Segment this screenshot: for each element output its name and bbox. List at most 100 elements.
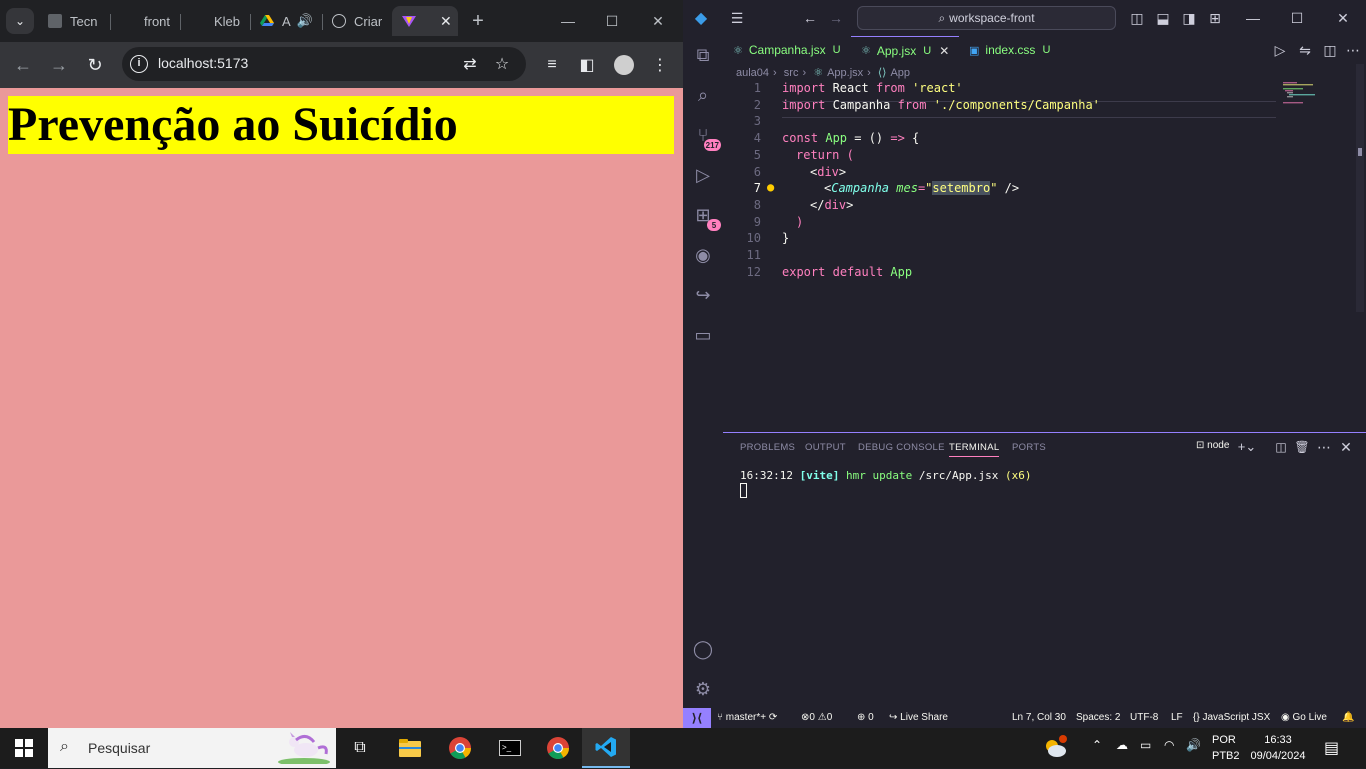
settings-gear-icon[interactable]: ⚙ [689,675,717,703]
chrome-profile-taskbar[interactable] [534,728,582,768]
tab-search-button[interactable]: ⌄ [6,8,34,34]
close-tab-icon[interactable]: ✕ [939,44,949,58]
editor-tab-campanha[interactable]: ⚛ Campanha.jsx U [723,36,851,64]
toggle-panel-icon[interactable]: ⬓ [1153,8,1173,28]
tab-output[interactable]: OUTPUT [805,442,846,453]
split-editor-icon[interactable]: ◫ [1320,40,1340,60]
more-actions-icon[interactable]: ⋯ [1314,437,1334,457]
weather-icon[interactable] [1042,734,1068,763]
side-panel-icon[interactable]: ◧ [575,53,599,77]
browser-tab-2[interactable]: front [122,6,170,36]
branch-indicator[interactable]: ⑂ master*+ ⟳ [717,712,777,723]
browser-tab-3[interactable]: Kleb [192,6,240,36]
remote-indicator-icon[interactable]: ⟩⟨ [683,708,711,728]
close-window-button[interactable]: ✕ [638,8,678,34]
code-editor[interactable]: 1 import React from 'react' 2 import Cam… [723,81,1343,281]
vscode-taskbar[interactable] [582,728,630,768]
live-share-button[interactable]: ↪ Live Share [889,712,948,723]
go-back-icon[interactable]: ← [800,8,820,28]
minimize-icon[interactable]: — [1243,8,1263,28]
battery-icon[interactable]: ▭ [1140,738,1151,752]
more-actions-icon[interactable]: ⋯ [1343,40,1363,60]
site-info-icon[interactable]: i [130,55,148,73]
breadcrumb-item[interactable]: aula04 [736,67,769,79]
extensions-icon[interactable]: ⊞ 5 [689,201,721,231]
minimap[interactable] [1281,80,1341,120]
forward-button[interactable]: → [46,52,72,78]
open-changes-icon[interactable]: ⇋ [1295,40,1315,60]
chrome-taskbar[interactable] [436,728,484,768]
trash-icon[interactable]: 🗑 [1292,437,1312,457]
python-icon[interactable]: ◉ [689,241,717,269]
wifi-icon[interactable]: ◠ [1164,738,1174,752]
browser-tab-4[interactable]: A 🔊 [260,6,320,36]
start-button[interactable] [0,728,48,768]
breadcrumb-item[interactable]: src [784,67,799,79]
lightbulb-icon[interactable]: ● [767,180,774,194]
toggle-secondary-sidebar-icon[interactable]: ◨ [1179,8,1199,28]
maximize-button[interactable]: ☐ [592,8,632,34]
source-control-icon[interactable]: ⑂ 217 [689,121,721,151]
reload-button[interactable]: ↻ [82,52,108,78]
input-language[interactable]: POR PTB2 [1212,732,1240,764]
search-icon[interactable]: ⌕ [689,81,717,109]
language-mode[interactable]: {} JavaScript JSX [1193,712,1270,723]
back-button[interactable]: ← [10,52,36,78]
go-forward-icon[interactable]: → [826,8,846,28]
go-live-button[interactable]: ◉ Go Live [1281,712,1327,723]
media-control-icon[interactable]: ≡ [540,53,564,77]
problems-indicator[interactable]: ⊗0 ⚠0 [801,712,832,723]
browser-tab-1[interactable]: Tecn [48,6,108,36]
editor-scrollbar[interactable] [1356,64,1364,312]
volume-icon[interactable]: 🔊 [1186,738,1201,752]
browser-tab-5[interactable]: Criar [332,6,388,36]
indentation[interactable]: Spaces: 2 [1076,712,1120,723]
chat-icon[interactable]: ▭ [689,321,717,349]
maximize-icon[interactable]: ☐ [1287,8,1307,28]
tab-problems[interactable]: PROBLEMS [740,442,795,453]
customize-layout-icon[interactable]: ⊞ [1205,8,1225,28]
terminal-shell-selector[interactable]: ⊡ node [1196,440,1229,451]
editor-tab-app[interactable]: ⚛ App.jsx U ✕ [851,36,960,64]
close-panel-icon[interactable]: ✕ [1336,437,1356,457]
menu-kebab-icon[interactable]: ⋮ [648,53,672,77]
close-tab-icon[interactable]: ✕ [440,13,452,30]
command-center[interactable]: ⌕ workspace-front [857,6,1116,30]
notification-center-icon[interactable]: ▤ [1324,738,1339,758]
run-icon[interactable]: ▷ [1270,40,1290,60]
explorer-icon[interactable]: ⧉ [689,41,717,69]
ports-indicator[interactable]: ⊕ 0 [857,712,874,723]
terminal-taskbar[interactable]: >_ [486,728,534,768]
tab-ports[interactable]: PORTS [1012,442,1046,453]
toggle-sidebar-icon[interactable]: ◫ [1127,8,1147,28]
close-icon[interactable]: ✕ [1333,8,1353,28]
bookmark-star-icon[interactable]: ☆ [490,52,514,76]
account-icon[interactable]: ◯ [689,635,717,663]
tab-terminal[interactable]: TERMINAL [949,442,1000,457]
task-view-button[interactable]: ⧉ [336,728,384,768]
live-share-icon[interactable]: ↪ [689,281,717,309]
chevron-up-icon[interactable]: ⌃ [1092,738,1102,752]
end-of-line[interactable]: LF [1171,712,1183,723]
breadcrumb-item[interactable]: App [890,67,910,79]
hamburger-menu-icon[interactable]: ☰ [727,8,747,28]
editor-tab-index-css[interactable]: ▣ index.css U [959,36,1060,64]
breadcrumb-item[interactable]: App.jsx [827,67,863,79]
taskbar-search[interactable]: ⌕ Pesquisar [48,728,336,768]
tab-debug-console[interactable]: DEBUG CONSOLE [858,442,945,453]
new-terminal-icon[interactable]: +⌄ [1237,437,1257,457]
translate-icon[interactable]: ⇄ [458,52,482,76]
browser-tab-active[interactable]: ✕ [392,6,458,36]
minimize-button[interactable]: — [548,8,588,34]
run-debug-icon[interactable]: ▷ [689,161,717,189]
file-explorer-taskbar[interactable] [386,728,434,768]
clock[interactable]: 16:33 09/04/2024 [1248,732,1308,764]
split-terminal-icon[interactable]: ◫ [1271,437,1291,457]
encoding[interactable]: UTF-8 [1130,712,1158,723]
address-bar[interactable]: i localhost:5173 ⇄ ☆ [122,47,526,81]
cursor-position[interactable]: Ln 7, Col 30 [1012,712,1066,723]
notifications-icon[interactable]: 🔔 [1342,712,1354,723]
network-icon[interactable]: ☁ [1116,738,1128,752]
new-tab-button[interactable]: + [458,8,498,34]
profile-avatar[interactable] [612,53,636,77]
